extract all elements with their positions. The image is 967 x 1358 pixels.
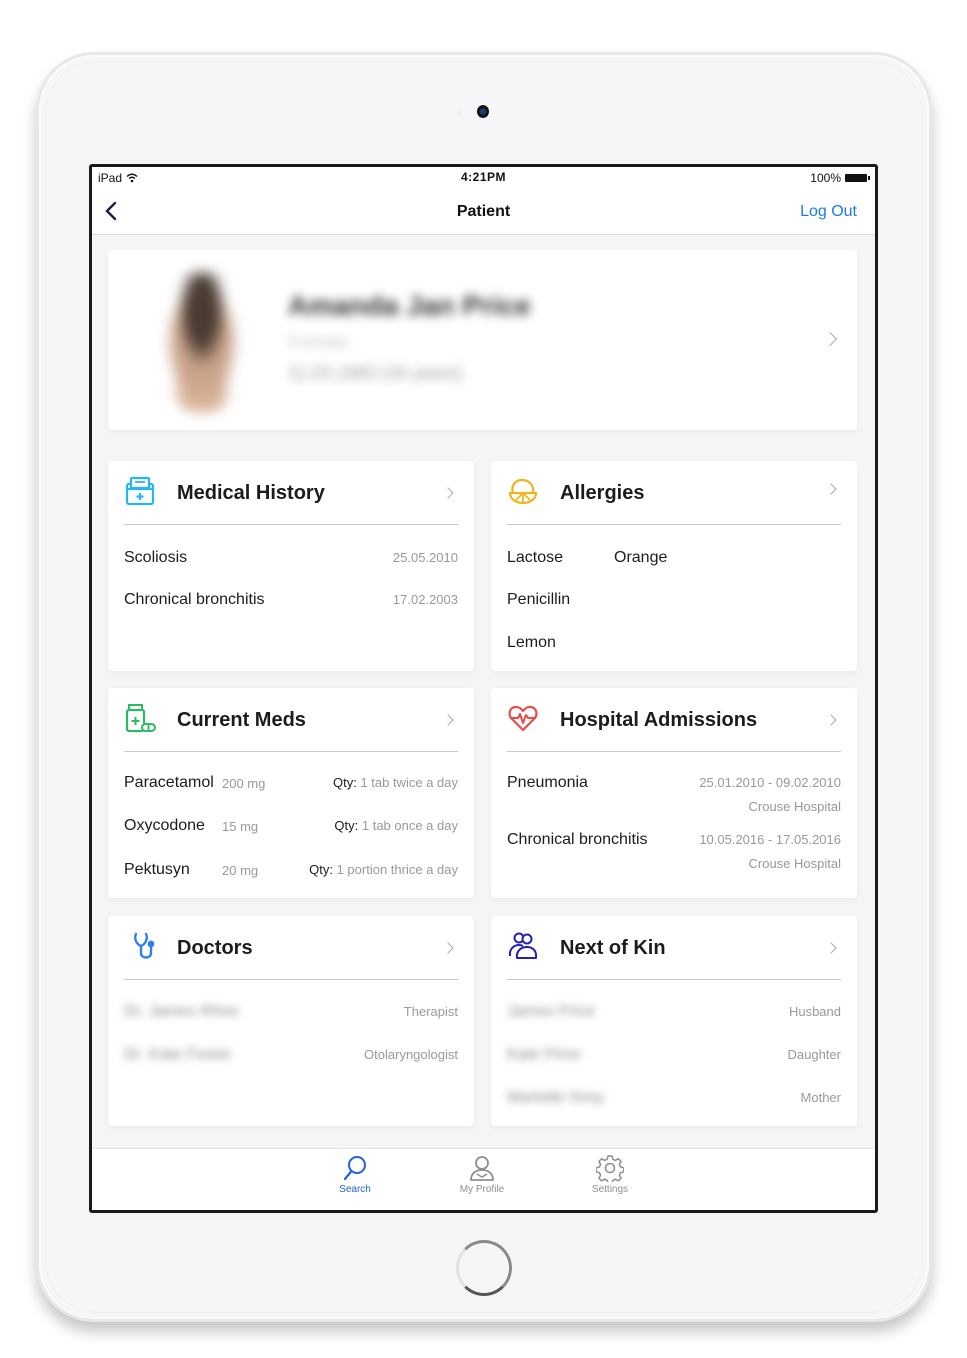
people-icon [508, 932, 538, 959]
doctor-name: Dr. Kate Foster [124, 1046, 232, 1063]
kin-relation: Daughter [787, 1047, 841, 1062]
patient-gender: Female [288, 332, 349, 352]
heart-pulse-icon [508, 705, 538, 732]
page-title: Patient [456, 203, 511, 220]
medication-dose: 20 mg [222, 863, 259, 878]
patient-dob: 11.03.1983 (34 years) [288, 363, 463, 383]
navigation-bar: Patient Log Out [92, 187, 875, 235]
patient-avatar [158, 272, 246, 412]
admission-condition: Pneumonia [507, 774, 588, 791]
doctors-title: Doctors [177, 937, 253, 959]
doctor-specialty: Therapist [403, 1004, 458, 1019]
next-of-kin-header[interactable]: Next of Kin [507, 916, 841, 980]
kin-name: James Price [507, 1003, 596, 1020]
medication-qty: 1 tab twice a day [360, 775, 458, 790]
chevron-right-icon [442, 714, 454, 726]
kin-relation: Husband [788, 1004, 841, 1019]
logout-button[interactable]: Log Out [800, 203, 857, 221]
admission-dates: 10.05.2016 - 17.05.2016 [699, 832, 841, 847]
stethoscope-icon [134, 932, 155, 959]
medication-dose: 15 mg [222, 819, 259, 834]
kin-relation: Mother [800, 1090, 841, 1105]
qty-label: Qty: [334, 818, 359, 833]
status-bar: iPad 4:21PM 100% [92, 167, 875, 187]
allergy-name: Lemon [507, 634, 556, 651]
home-button[interactable] [456, 1240, 512, 1296]
doctor-name: Dr. James Rhee [124, 1003, 239, 1020]
medication-dose: 200 mg [222, 776, 266, 791]
pill-bottle-icon [125, 704, 156, 733]
allergies-header[interactable]: Allergies [507, 461, 841, 525]
doctors-header[interactable]: Doctors [124, 916, 458, 980]
hospital-admissions-card: Hospital Admissions Pneumonia 25.01.2010… [491, 688, 857, 898]
medical-history-header[interactable]: Medical History [124, 461, 458, 525]
medical-folder-icon [125, 476, 155, 506]
back-button[interactable] [100, 199, 124, 223]
light-sensor [457, 110, 462, 115]
tab-settings[interactable]: Settings [565, 1154, 655, 1195]
medical-history-title: Medical History [177, 482, 325, 504]
doctor-specialty: Otolaryngologist [364, 1047, 458, 1062]
front-camera [477, 105, 489, 118]
patient-name: Amanda Jan Price [288, 290, 531, 321]
tab-my-profile-label: My Profile [459, 1184, 505, 1195]
admission-hospital: Crouse Hospital [748, 799, 842, 814]
allergies-title: Allergies [560, 482, 645, 504]
current-meds-header[interactable]: Current Meds [124, 688, 458, 752]
allergy-name: Orange [614, 549, 668, 566]
screen: iPad 4:21PM 100% Patient Log Out Amanda … [89, 164, 878, 1213]
status-time: 4:21PM [460, 170, 507, 184]
chevron-right-icon [442, 942, 454, 954]
allergy-name: Lactose [507, 549, 564, 566]
qty-label: Qty: [332, 775, 357, 790]
chevron-right-icon [822, 331, 838, 347]
next-of-kin-title: Next of Kin [560, 937, 666, 959]
tab-bar: Search My Profile Settings [92, 1148, 875, 1210]
person-icon [470, 1156, 494, 1181]
doctors-card: Doctors Dr. James Rhee Therapist Dr. Kat… [108, 916, 474, 1126]
condition-name: Chronical bronchitis [124, 591, 265, 608]
kin-name: Mariette Grey [507, 1089, 604, 1106]
search-icon [343, 1156, 366, 1181]
chevron-right-icon [825, 942, 837, 954]
battery-icon [845, 174, 870, 182]
qty-label: Qty: [309, 862, 333, 877]
condition-date: 25.05.2010 [392, 550, 458, 565]
chevron-right-icon [825, 483, 837, 495]
chevron-left-icon [105, 201, 117, 221]
patient-profile-card[interactable]: Amanda Jan Price Female 11.03.1983 (34 y… [108, 250, 857, 430]
lemon-icon [508, 478, 538, 505]
tab-search-label: Search [339, 1184, 371, 1195]
chevron-right-icon [825, 714, 837, 726]
battery-percent: 100% [810, 171, 841, 185]
tab-my-profile[interactable]: My Profile [437, 1154, 527, 1195]
medication-qty: 1 portion thrice a day [336, 862, 458, 877]
medical-history-card: Medical History Scoliosis 25.05.2010 Chr… [108, 461, 474, 671]
next-of-kin-card: Next of Kin James Price Husband Kate Pri… [491, 916, 857, 1126]
kin-name: Kate Price [507, 1046, 581, 1063]
condition-date: 17.02.2003 [392, 592, 458, 607]
hospital-admissions-header[interactable]: Hospital Admissions [507, 688, 841, 752]
status-right: 100% [810, 171, 870, 185]
current-meds-card: Current Meds Paracetamol 200 mg Qty: 1 t… [108, 688, 474, 898]
admission-dates: 25.01.2010 - 09.02.2010 [699, 775, 841, 790]
admission-hospital: Crouse Hospital [748, 856, 842, 871]
hospital-admissions-title: Hospital Admissions [560, 709, 758, 731]
medication-name: Paracetamol [124, 774, 214, 791]
patient-info: Amanda Jan Price Female 11.03.1983 (34 y… [288, 290, 531, 384]
medication-qty: 1 tab once a day [361, 818, 458, 833]
gear-icon [596, 1155, 624, 1182]
allergies-card: Allergies Lactose Orange Penicillin Lemo… [491, 461, 857, 671]
tab-search[interactable]: Search [310, 1154, 400, 1195]
medication-name: Oxycodone [124, 817, 205, 834]
condition-name: Scoliosis [124, 549, 188, 566]
allergy-name: Penicillin [507, 591, 571, 608]
chevron-right-icon [442, 487, 454, 499]
current-meds-title: Current Meds [177, 709, 306, 731]
medication-name: Pektusyn [124, 861, 190, 878]
tab-settings-label: Settings [591, 1184, 629, 1195]
admission-condition: Chronical bronchitis [507, 831, 648, 848]
